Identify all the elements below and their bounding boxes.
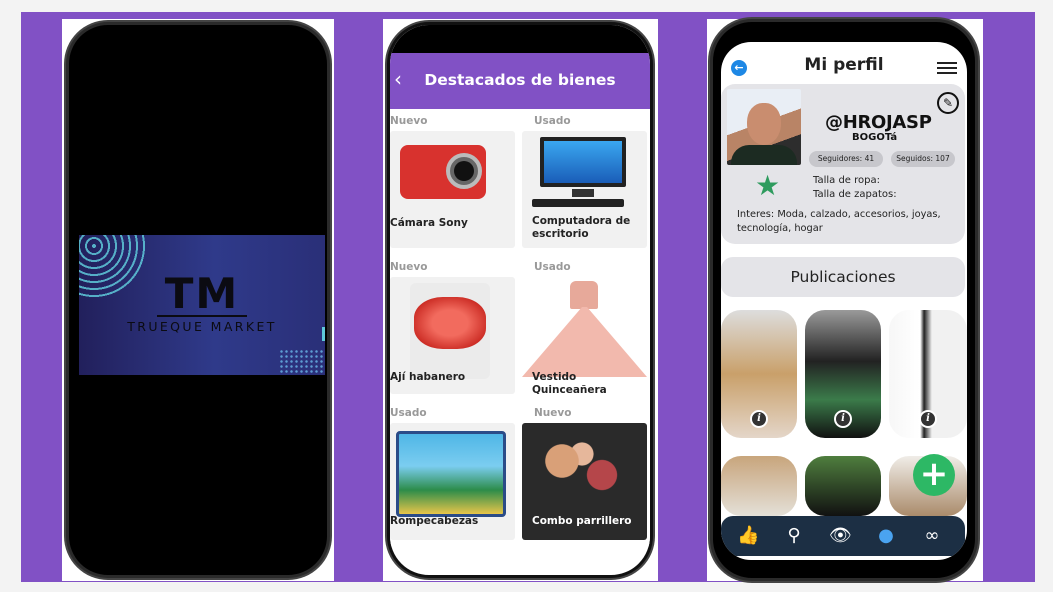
publications-header[interactable]: Publicaciones	[721, 257, 965, 297]
condition-label: Nuevo	[534, 407, 572, 419]
condition-label: Usado	[390, 407, 427, 419]
banner-accent	[322, 327, 325, 341]
info-icon[interactable]: i	[750, 410, 768, 428]
product-name: Cámara Sony	[390, 217, 468, 229]
logo-subtitle: TRUEQUE MARKET	[127, 319, 277, 334]
showcase-background: TM TRUEQUE MARKET ‹ Destacados de bienes…	[21, 12, 1035, 582]
product-image: Rompecabezas	[390, 423, 515, 540]
product-tile[interactable]: Nuevo Ají habanero	[390, 257, 515, 397]
featured-phone: ‹ Destacados de bienes Nuevo Cámara Sony…	[387, 22, 653, 578]
size-info: Talla de ropa: Talla de zapatos:	[813, 174, 897, 202]
like-icon[interactable]: 👍	[737, 525, 759, 547]
menu-icon[interactable]	[937, 62, 957, 74]
product-tile[interactable]: Usado Rompecabezas	[390, 403, 515, 543]
profile-phone: ← Mi perfil @HROJASP BOGOTá Seguidores: …	[710, 19, 978, 581]
featured-grid: Nuevo Cámara Sony Usado Computadora de e…	[390, 109, 650, 547]
product-name: Computadora de escritorio	[532, 215, 631, 240]
decorative-dots	[279, 349, 325, 375]
product-image: Combo parrillero	[522, 423, 647, 540]
profile-info-card: @HROJASP BOGOTá Seguidores: 41 Seguidos:…	[721, 84, 965, 244]
profile-card: ← Mi perfil @HROJASP BOGOTá Seguidores: …	[707, 19, 983, 581]
avatar-shirt	[731, 145, 797, 165]
product-image: Vestido Quinceañera	[522, 277, 647, 394]
product-tile[interactable]: Nuevo Cámara Sony	[390, 111, 515, 251]
username: @HROJASP	[825, 112, 932, 133]
logo-letters: TM	[164, 269, 240, 318]
publication-tile[interactable]: i	[889, 310, 967, 438]
clothing-size: Talla de ropa:	[813, 175, 880, 186]
condition-label: Nuevo	[390, 261, 428, 273]
link-icon[interactable]: ∞	[921, 525, 943, 547]
status-bar	[390, 25, 650, 53]
logo-divider	[157, 315, 247, 317]
page-title: Mi perfil	[804, 55, 884, 75]
profile-screen: ← Mi perfil @HROJASP BOGOTá Seguidores: …	[721, 42, 967, 560]
product-name: Rompecabezas	[390, 515, 479, 527]
featured-card: ‹ Destacados de bienes Nuevo Cámara Sony…	[383, 19, 658, 581]
user-city: BOGOTá	[852, 132, 898, 143]
add-publication-button[interactable]: +	[913, 454, 955, 496]
product-image: Computadora de escritorio	[522, 131, 647, 248]
publication-tile[interactable]: i	[805, 310, 881, 438]
edit-icon[interactable]: ✎	[937, 92, 959, 114]
product-name: Combo parrillero	[532, 515, 632, 527]
product-image: Ají habanero	[390, 277, 515, 394]
user-icon[interactable]: ●	[875, 525, 897, 547]
condition-label: Usado	[534, 261, 571, 273]
publication-tile[interactable]	[805, 456, 881, 516]
splash-phone: TM TRUEQUE MARKET	[66, 22, 330, 578]
info-icon[interactable]: i	[834, 410, 852, 428]
search-icon[interactable]: ⚲	[783, 525, 805, 547]
product-tile[interactable]: Nuevo Combo parrillero	[522, 403, 647, 543]
avatar	[727, 89, 801, 165]
rating-star-icon: ★	[755, 169, 781, 202]
condition-label: Nuevo	[390, 115, 428, 127]
product-tile[interactable]: Usado Computadora de escritorio	[522, 111, 647, 251]
followers-badge[interactable]: Seguidores: 41	[809, 151, 883, 167]
shoe-size: Talla de zapatos:	[813, 189, 897, 200]
product-tile[interactable]: Usado Vestido Quinceañera	[522, 257, 647, 397]
avatar-face	[747, 103, 781, 145]
info-icon[interactable]: i	[919, 410, 937, 428]
splash-banner: TM TRUEQUE MARKET	[79, 235, 325, 375]
condition-label: Usado	[534, 115, 571, 127]
product-name: Ají habanero	[390, 371, 466, 383]
product-name: Vestido Quinceañera	[532, 371, 607, 394]
publication-tile[interactable]	[721, 456, 797, 516]
publication-tile[interactable]: i	[721, 310, 797, 438]
page-title: Destacados de bienes	[424, 71, 616, 89]
featured-header: ‹ Destacados de bienes	[390, 53, 650, 109]
product-image: Cámara Sony	[390, 131, 515, 248]
bottom-nav: 👍 ⚲ 👁 ● ∞	[721, 516, 965, 556]
eye-icon[interactable]: 👁	[829, 525, 852, 547]
following-badge[interactable]: Seguidos: 107	[891, 151, 955, 167]
splash-card: TM TRUEQUE MARKET	[62, 19, 334, 581]
interests-text: Interes: Moda, calzado, accesorios, joya…	[737, 209, 941, 234]
